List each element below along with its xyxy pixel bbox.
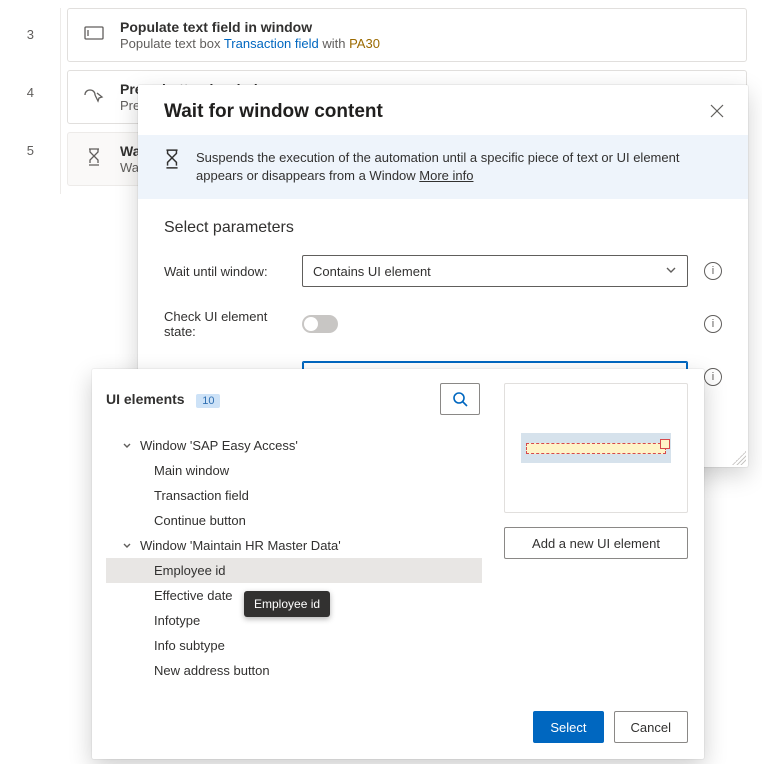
tree-window-node[interactable]: Window 'SAP Easy Access' <box>106 433 482 458</box>
chevron-down-icon <box>122 541 136 551</box>
check-state-toggle[interactable] <box>302 315 338 333</box>
more-info-link[interactable]: More info <box>419 168 473 183</box>
cancel-button[interactable]: Cancel <box>614 711 688 743</box>
tree-item[interactable]: Transaction field <box>106 483 482 508</box>
tree-item[interactable]: Continue button <box>106 508 482 533</box>
close-icon[interactable] <box>710 104 726 120</box>
step-card[interactable]: Populate text field in window Populate t… <box>67 8 747 62</box>
param-label-check-state: Check UI element state: <box>164 309 294 339</box>
hourglass-icon <box>164 149 180 185</box>
step-title: Populate text field in window <box>120 19 380 35</box>
resize-grip[interactable] <box>732 451 746 465</box>
search-button[interactable] <box>440 383 480 415</box>
tree-item[interactable]: Main window <box>106 458 482 483</box>
tree-item[interactable]: Info subtype <box>106 633 482 658</box>
info-banner: Suspends the execution of the automation… <box>138 135 748 199</box>
chevron-down-icon <box>122 441 136 451</box>
step-number: 5 <box>0 134 48 192</box>
hourglass-icon <box>82 145 106 169</box>
info-icon[interactable]: i <box>704 262 722 280</box>
step-number: 4 <box>0 76 48 134</box>
tree-item[interactable]: Employee id <box>106 558 482 583</box>
section-heading: Select parameters <box>164 219 722 237</box>
ui-element-picker: UI elements 10 Window 'SAP Easy Access' … <box>92 369 704 759</box>
info-icon[interactable]: i <box>704 315 722 333</box>
textbox-icon <box>82 21 106 45</box>
add-ui-element-button[interactable]: Add a new UI element <box>504 527 688 559</box>
tree-item[interactable]: Infotype <box>106 608 482 633</box>
select-button[interactable]: Select <box>533 711 603 743</box>
dialog-title: Wait for window content <box>164 101 383 123</box>
ui-element-tree: Window 'SAP Easy Access' Main window Tra… <box>106 433 482 683</box>
info-icon[interactable]: i <box>704 368 722 386</box>
step-subtitle: Populate text box Transaction field with… <box>120 36 380 51</box>
element-preview <box>504 383 688 513</box>
count-badge: 10 <box>196 394 220 408</box>
chevron-down-icon <box>665 264 677 279</box>
param-label-wait-until: Wait until window: <box>164 264 294 279</box>
step-number: 3 <box>0 18 48 76</box>
tree-item[interactable]: New address button <box>106 658 482 683</box>
picker-title: UI elements <box>106 391 185 407</box>
tree-window-node[interactable]: Window 'Maintain HR Master Data' <box>106 533 482 558</box>
cursor-press-icon <box>82 83 106 107</box>
tree-item[interactable]: Effective date <box>106 583 482 608</box>
wait-until-select[interactable]: Contains UI element <box>302 255 688 287</box>
